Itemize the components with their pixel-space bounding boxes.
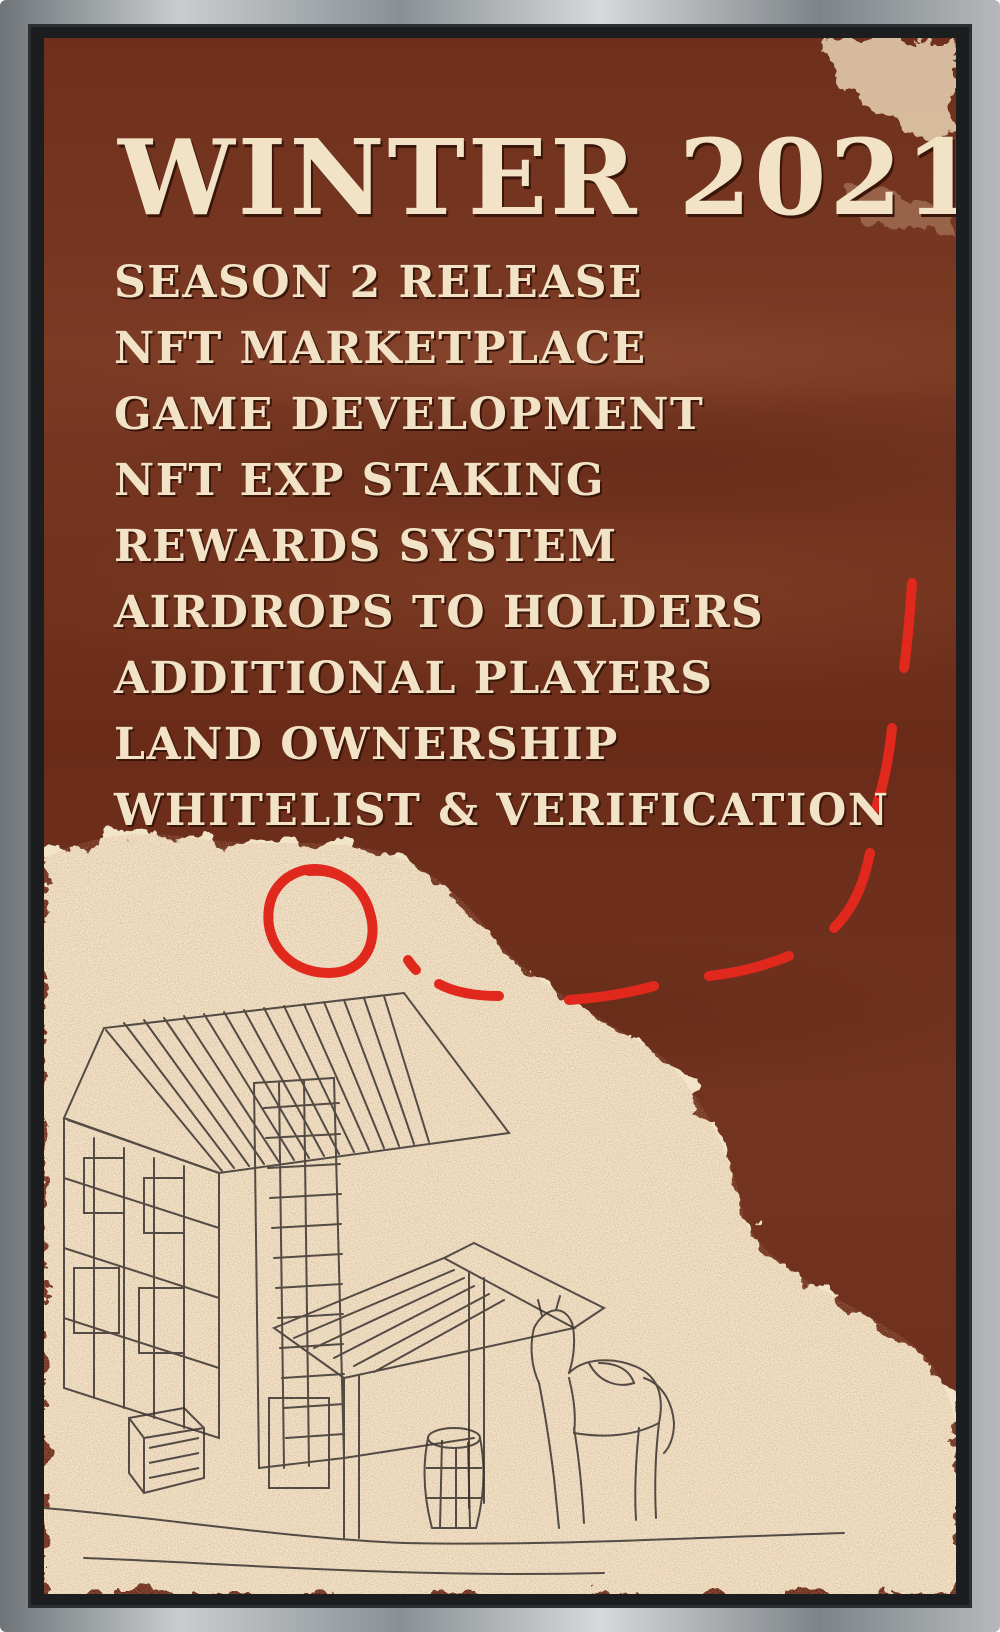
roadmap-item: WHITELIST & VERIFICATION <box>114 785 890 836</box>
page-title: WINTER 2021 <box>118 116 956 239</box>
roadmap-item: LAND OWNERSHIP <box>114 719 619 770</box>
roadmap-item: NFT EXP STAKING <box>114 455 605 506</box>
roadmap-list: SEASON 2 RELEASE NFT MARKETPLACE GAME DE… <box>114 250 890 844</box>
roadmap-board: WINTER 2021 SEASON 2 RELEASE NFT MARKETP… <box>44 38 956 1594</box>
roadmap-item: NFT MARKETPLACE <box>114 323 647 374</box>
roadmap-item: REWARDS SYSTEM <box>114 521 618 572</box>
roadmap-item: ADDITIONAL PLAYERS <box>114 653 714 704</box>
roadmap-item: SEASON 2 RELEASE <box>114 257 644 308</box>
roadmap-item: AIRDROPS TO HOLDERS <box>114 587 765 638</box>
roadmap-item: GAME DEVELOPMENT <box>114 389 705 440</box>
